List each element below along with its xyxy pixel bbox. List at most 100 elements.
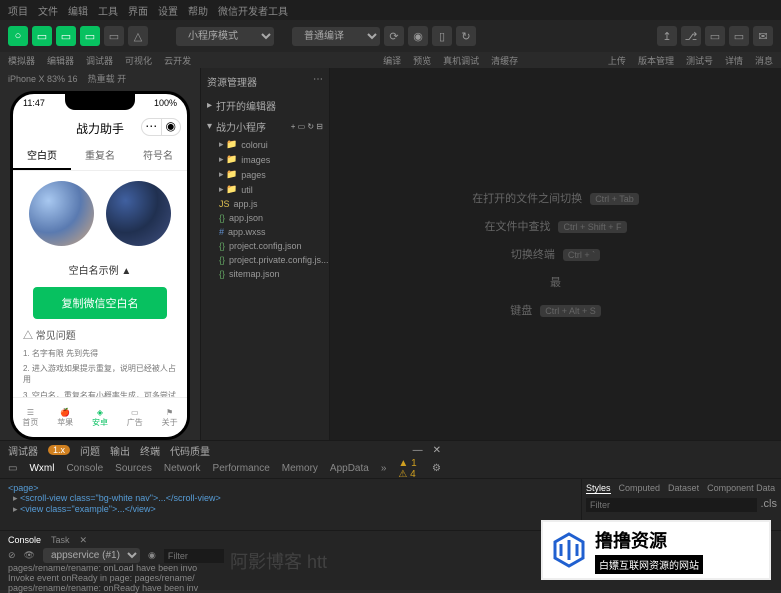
menu-item[interactable]: 微信开发者工具 [218,3,288,18]
compile-icon[interactable]: ⟳ [384,26,404,46]
inspect-icon[interactable]: ▭ [8,463,17,474]
more-icon[interactable]: ⋯ [313,74,323,89]
wm-title: 撸撸资源 [595,527,703,553]
task-tab[interactable]: Task [51,535,70,546]
editor-button[interactable]: ▭ [56,26,76,46]
avatar-icon[interactable]: ○ [8,26,28,46]
visual-button[interactable]: ▭ [104,26,124,46]
cloud-button[interactable]: △ [128,26,148,46]
eye-icon[interactable]: ◉ [148,550,156,561]
console-tab[interactable]: Console [8,535,41,546]
menu-item[interactable]: 项目 [8,3,28,18]
file-item[interactable]: # app.wxss [201,225,329,239]
menu-item[interactable]: 文件 [38,3,58,18]
upload-icon[interactable]: ↥ [657,26,677,46]
performance-tab[interactable]: Performance [213,463,270,474]
nav-apple[interactable]: 🍎苹果 [48,398,83,437]
version-icon[interactable]: ⎇ [681,26,701,46]
sources-tab[interactable]: Sources [115,463,152,474]
file-item[interactable]: {} project.config.json [201,239,329,253]
dt-tab[interactable]: 代码质量 [170,443,210,458]
kbd: Ctrl + ` [563,249,600,261]
label: 真机调试 [443,54,479,67]
message-icon[interactable]: ✉ [753,26,773,46]
nav-ad[interactable]: ▭广告 [117,398,152,437]
appdata-tab[interactable]: AppData [330,463,369,474]
computed-tab[interactable]: Computed [619,483,661,494]
console-filter[interactable] [164,549,224,563]
settings-icon[interactable]: ⚙ [432,463,441,474]
wxml-code[interactable]: <page> ▸ <scroll-view class="bg-white na… [0,479,581,530]
compile-select[interactable]: 普通编译 [292,27,380,46]
menu-item[interactable]: 设置 [158,3,178,18]
hint-text: 最 [550,277,561,289]
folder-item[interactable]: ▸ 📁 colorui [201,137,329,152]
debugger-button[interactable]: ▭ [80,26,100,46]
nav-home[interactable]: ☰首页 [13,398,48,437]
open-editors[interactable]: ▸ 打开的编辑器 [201,95,329,116]
console-tab[interactable]: Console [66,463,103,474]
menu-item[interactable]: 工具 [98,3,118,18]
menu-item[interactable]: 界面 [128,3,148,18]
tab-blank[interactable]: 空白页 [13,141,71,170]
warnings[interactable]: ▲ 1 ⚠ 4 [398,458,420,480]
folder-item[interactable]: ▸ 📁 pages [201,167,329,182]
folder-item[interactable]: ▸ 📁 util [201,182,329,197]
mode-select[interactable]: 小程序模式 [176,27,274,46]
preview-icon[interactable]: ◉ [408,26,428,46]
menu-item[interactable]: 编辑 [68,3,88,18]
copy-button[interactable]: 复制微信空白名 [33,287,167,319]
close-icon[interactable]: ✕ [433,445,441,456]
menu-bar: 项目 文件 编辑 工具 界面 设置 帮助 微信开发者工具 [0,0,781,20]
file-item[interactable]: {} app.json [201,211,329,225]
label: 编辑器 [47,54,74,67]
avatar-1[interactable] [29,181,94,246]
faq-title: △ 常见问题 [23,327,177,342]
label: 消息 [755,54,773,67]
details-icon[interactable]: ▭ [729,26,749,46]
label: 调试器 [86,54,113,67]
eye-icon[interactable]: 👁 [24,550,35,561]
capsule-button[interactable]: ⋯◉ [141,118,181,136]
avatar-2[interactable] [106,181,171,246]
file-item[interactable]: {} sitemap.json [201,267,329,281]
kbd: Ctrl + Alt + S [540,305,601,317]
styles-tab[interactable]: Styles [586,483,611,494]
cls-toggle[interactable]: .cls [761,498,778,512]
clear-icon[interactable]: ⊘ [8,550,16,561]
menu-item[interactable]: 帮助 [188,3,208,18]
nav-about[interactable]: ⚑关于 [152,398,187,437]
hint-text: 切换终端 [511,249,555,261]
dt-tab[interactable]: 输出 [110,443,130,458]
kbd: Ctrl + Tab [590,193,639,205]
test-icon[interactable]: ▭ [705,26,725,46]
device-info[interactable]: iPhone X 83% 16 [8,74,78,84]
label: 编译 [383,54,401,67]
minimize-icon[interactable]: — [413,445,423,456]
dataset-tab[interactable]: Dataset [668,483,699,494]
nav-android[interactable]: ◈安卓 [83,398,118,437]
tab-symbol[interactable]: 符号名 [129,141,187,170]
wxml-tab[interactable]: Wxml [29,463,54,474]
clear-cache-icon[interactable]: ↻ [456,26,476,46]
device-debug-icon[interactable]: ▯ [432,26,452,46]
memory-tab[interactable]: Memory [282,463,318,474]
component-tab[interactable]: Component Data [707,483,775,494]
dt-tab[interactable]: 终端 [140,443,160,458]
network-tab[interactable]: Network [164,463,201,474]
hot-reload[interactable]: 热重载 开 [88,74,127,84]
file-item[interactable]: JS app.js [201,197,329,211]
editor-panel: 在打开的文件之间切换Ctrl + Tab 在文件中查找Ctrl + Shift … [330,68,781,440]
simulator-button[interactable]: ▭ [32,26,52,46]
filter-input[interactable] [586,498,757,512]
tab-repeat[interactable]: 重复名 [71,141,129,170]
close-icon[interactable]: ✕ [80,535,88,546]
dt-tab[interactable]: 调试器 [8,443,38,458]
dt-tab[interactable]: 问题 [80,443,100,458]
folder-item[interactable]: ▸ 📁 images [201,152,329,167]
context-select[interactable]: appservice (#1) [43,548,140,563]
toolbar-labels: 模拟器 编辑器 调试器 可视化 云开发 编译 预览 真机调试 清缓存 上传 版本… [0,52,781,68]
label: 详情 [725,54,743,67]
file-item[interactable]: {} project.private.config.js... [201,253,329,267]
project-name[interactable]: ▾ 战力小程序 + ▭ ↻ ⊟ [201,116,329,137]
